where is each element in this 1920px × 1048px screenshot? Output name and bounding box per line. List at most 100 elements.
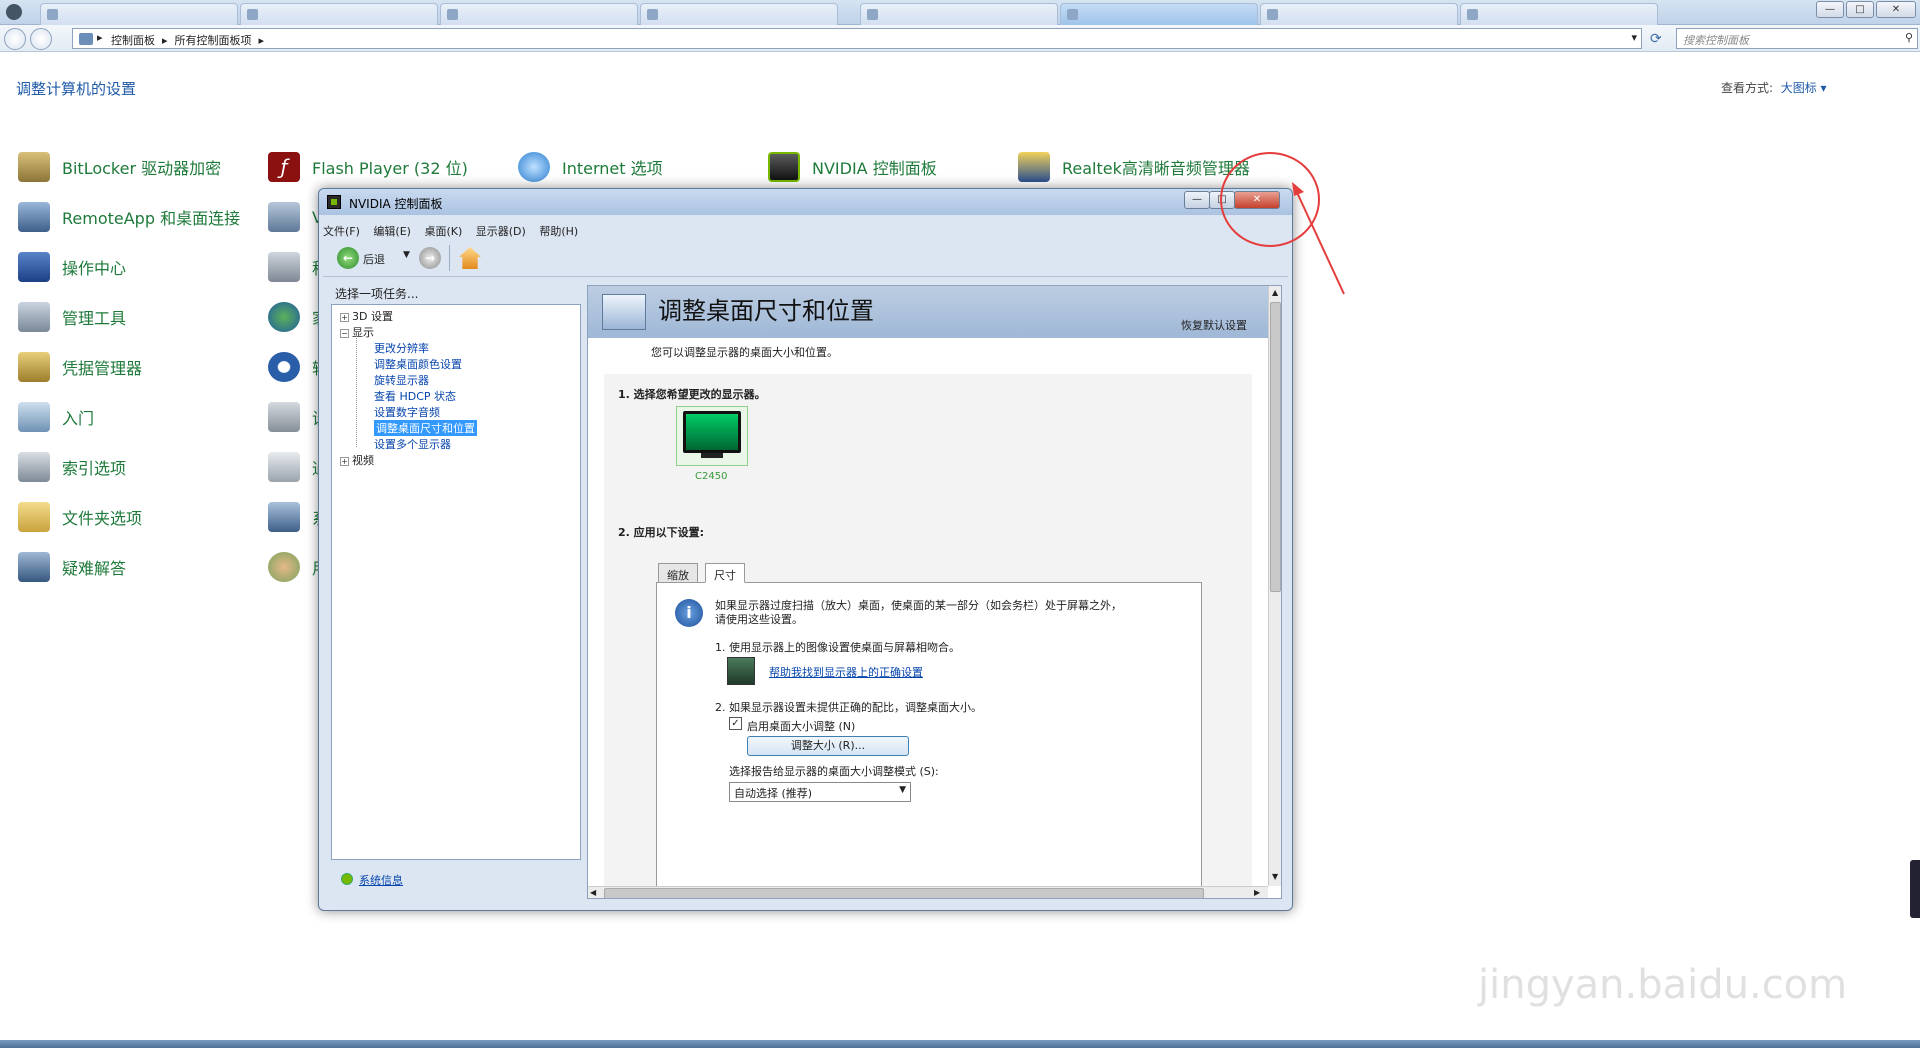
close-button[interactable]: ✕	[1876, 1, 1916, 18]
system-info-link[interactable]: 系统信息	[359, 872, 403, 888]
menu-help[interactable]: 帮助(H)	[539, 225, 578, 238]
search-placeholder: 搜索控制面板	[1683, 34, 1749, 47]
cp-item-internet-options[interactable]: Internet 选项	[518, 150, 663, 184]
tree-item-change-resolution[interactable]: 更改分辨率	[374, 340, 429, 356]
cp-item-bitlocker[interactable]: BitLocker 驱动器加密	[18, 150, 221, 184]
nvidia-minimize-button[interactable]: —	[1184, 191, 1210, 209]
back-label[interactable]: 后退	[363, 251, 385, 267]
horizontal-scrollbar[interactable]: ◀ ▶	[588, 886, 1268, 898]
info-text-line2: 请使用这些设置。	[715, 613, 803, 626]
tab-size[interactable]: 尺寸	[705, 563, 745, 583]
cp-item-partial[interactable]: V	[268, 200, 323, 234]
browser-tab[interactable]	[1260, 3, 1458, 25]
cp-item-remoteapp[interactable]: RemoteApp 和桌面连接	[18, 200, 240, 234]
scaling-mode-select[interactable]: 自动选择 (推荐) ▼	[729, 782, 911, 802]
forward-nav-button[interactable]	[30, 28, 52, 50]
scaling-mode-value: 自动选择 (推荐)	[734, 787, 813, 800]
menu-file[interactable]: 文件(F)	[323, 225, 360, 238]
address-bar[interactable]: ▸ 控制面板 ▸ 所有控制面板项 ▸ ▾	[72, 28, 1642, 49]
scroll-right-icon[interactable]: ▶	[1254, 888, 1260, 897]
page-header: 调整桌面尺寸和位置 恢复默认设置	[588, 286, 1268, 338]
cp-item-flash-player[interactable]: ƒ Flash Player (32 位)	[268, 150, 468, 184]
scroll-up-icon[interactable]: ▲	[1272, 288, 1278, 297]
back-arrow-icon[interactable]: ←	[337, 247, 359, 269]
help-link[interactable]: 帮助我找到显示器上的正确设置	[769, 664, 923, 680]
minimize-button[interactable]: —	[1816, 1, 1844, 18]
enable-resize-checkbox[interactable]: ✓	[729, 717, 742, 730]
bitlocker-icon	[18, 152, 50, 182]
cp-item-getting-started[interactable]: 入门	[18, 400, 94, 434]
chevron-down-icon[interactable]: ▼	[899, 785, 906, 795]
monitor-icon	[683, 411, 741, 453]
folder-icon	[18, 502, 50, 532]
browser-tab[interactable]	[1460, 3, 1658, 25]
browser-tab-active[interactable]	[1060, 3, 1258, 25]
tree-node-video[interactable]: + 视频	[340, 452, 374, 468]
browser-tab[interactable]	[240, 3, 438, 25]
nvidia-title-bar[interactable]: NVIDIA 控制面板 — □ ✕	[319, 189, 1292, 215]
tree-node-3d-settings[interactable]: +3D 设置	[340, 308, 393, 324]
scroll-down-icon[interactable]: ▼	[1272, 872, 1278, 881]
tree-connector	[356, 335, 357, 447]
cp-item-label: 疑难解答	[62, 559, 127, 578]
tree-item-hdcp-status[interactable]: 查看 HDCP 状态	[374, 388, 456, 404]
cp-item-label: 管理工具	[62, 309, 127, 328]
monitor-selector[interactable]	[676, 406, 748, 466]
magnifier-icon	[18, 452, 50, 482]
collapse-icon[interactable]: −	[340, 328, 349, 338]
menu-desktop[interactable]: 桌面(K)	[424, 225, 462, 238]
home-icon[interactable]	[459, 247, 481, 269]
view-mode-dropdown[interactable]: 大图标 ▾	[1781, 81, 1827, 95]
cp-item-action-center[interactable]: 操作中心	[18, 250, 126, 284]
side-dock-handle[interactable]	[1910, 860, 1920, 918]
view-mode-label: 查看方式:	[1721, 81, 1774, 95]
scroll-thumb[interactable]	[604, 888, 1204, 898]
address-bar-row: ▸ 控制面板 ▸ 所有控制面板项 ▸ ▾ ⟳ 搜索控制面板 ⚲	[0, 25, 1920, 52]
menu-edit[interactable]: 编辑(E)	[373, 225, 411, 238]
troubleshoot-icon	[18, 552, 50, 582]
baidu-watermark-url: jingyan.baidu.com	[1478, 962, 1848, 1008]
cp-item-admin-tools[interactable]: 管理工具	[18, 300, 126, 334]
scroll-left-icon[interactable]: ◀	[590, 888, 596, 897]
vertical-scrollbar[interactable]: ▲ ▼	[1268, 286, 1281, 886]
tree-item-desktop-color[interactable]: 调整桌面颜色设置	[374, 356, 462, 372]
browser-tab[interactable]	[860, 3, 1058, 25]
restore-defaults-link[interactable]: 恢复默认设置	[1181, 317, 1247, 333]
breadcrumb-current[interactable]: 所有控制面板项	[175, 34, 252, 47]
scroll-thumb[interactable]	[1270, 302, 1281, 592]
tree-node-display[interactable]: − 显示	[340, 324, 374, 340]
nvidia-toolbar: ← 后退 ▼ →	[323, 241, 1288, 277]
tree-item-multiple-displays[interactable]: 设置多个显示器	[374, 436, 451, 452]
tab-scaling[interactable]: 缩放	[658, 563, 698, 583]
cp-item-folder-options[interactable]: 文件夹选项	[18, 500, 142, 534]
tree-item-desktop-size-position[interactable]: 调整桌面尺寸和位置	[374, 420, 477, 436]
browser-tab[interactable]	[640, 3, 838, 25]
maximize-button[interactable]: □	[1846, 1, 1874, 18]
back-dropdown-icon[interactable]: ▼	[403, 250, 410, 260]
menu-display[interactable]: 显示器(D)	[476, 225, 526, 238]
expand-icon[interactable]: +	[340, 312, 349, 322]
browser-tab-strip: — □ ✕	[0, 0, 1920, 25]
expand-icon[interactable]: +	[340, 456, 349, 466]
browser-tab[interactable]	[40, 3, 238, 25]
dropdown-arrow-icon[interactable]: ▾	[1631, 31, 1637, 44]
enable-resize-label[interactable]: 启用桌面大小调整 (N)	[747, 718, 855, 734]
page-title: 调整计算机的设置	[16, 80, 137, 98]
forward-arrow-icon[interactable]: →	[419, 247, 441, 269]
refresh-icon[interactable]: ⟳	[1650, 31, 1662, 47]
resize-button[interactable]: 调整大小 (R)...	[747, 736, 909, 756]
search-icon[interactable]: ⚲	[1905, 31, 1913, 44]
cp-item-troubleshooting[interactable]: 疑难解答	[18, 550, 126, 584]
size-tab-panel: i 如果显示器过度扫描（放大）桌面，使桌面的某一部分（如会务栏）处于屏幕之外， …	[656, 582, 1202, 898]
search-input[interactable]: 搜索控制面板 ⚲	[1676, 28, 1918, 49]
back-nav-button[interactable]	[4, 28, 26, 50]
browser-tab[interactable]	[440, 3, 638, 25]
tree-item-rotate-display[interactable]: 旋转显示器	[374, 372, 429, 388]
settings-body: 1. 选择您希望更改的显示器。 C2450 2. 应用以下设置: 缩放 尺寸 i…	[604, 374, 1252, 898]
tree-item-digital-audio[interactable]: 设置数字音频	[374, 404, 440, 420]
cp-item-indexing[interactable]: 索引选项	[18, 450, 126, 484]
breadcrumb-root[interactable]: 控制面板	[111, 34, 155, 47]
cp-item-nvidia[interactable]: NVIDIA 控制面板	[768, 150, 937, 184]
cp-item-realtek[interactable]: Realtek高清晰音频管理器	[1018, 150, 1250, 184]
cp-item-credential-manager[interactable]: 凭据管理器	[18, 350, 142, 384]
